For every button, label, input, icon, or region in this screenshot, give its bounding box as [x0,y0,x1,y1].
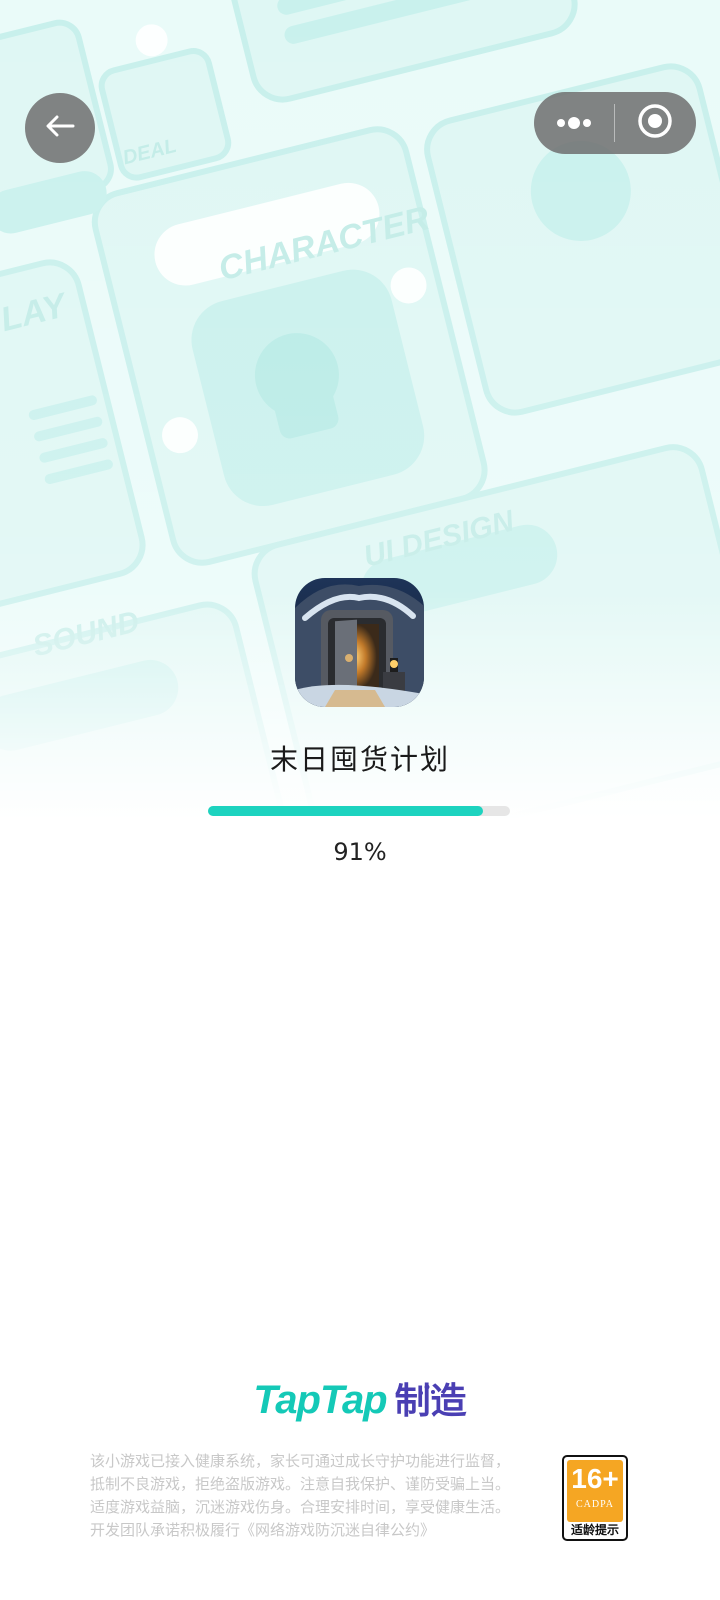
menu-capsule [534,92,696,154]
back-button[interactable] [25,93,95,163]
notice-line: 开发团队承诺积极履行《网络游戏防沉迷自律公约》 [90,1521,436,1539]
sparkle-icon [417,1367,437,1408]
progress-bar-fill [208,806,483,816]
loading-progress-bar [208,806,510,816]
target-close-icon [637,103,673,143]
age-rating-label: 适龄提示 [570,1523,619,1537]
notice-line: 该小游戏已接入健康系统，家长可通过成长守护功能进行监督， [90,1452,511,1470]
brand-make-text: 制造 [395,1381,467,1422]
progress-percentage: 91% [333,838,387,866]
more-button[interactable] [534,92,614,154]
taptap-brand-logo: TapTap 制造 [0,1372,720,1424]
close-button[interactable] [615,92,695,154]
age-rating-top: 16+ CADPA [567,1460,623,1522]
more-dots-icon [556,114,592,133]
brand-taptap-text: TapTap [253,1378,387,1422]
age-rating-org: CADPA [576,1499,614,1510]
game-title: 末日囤货计划 [269,743,450,776]
age-rating-number: 16+ [571,1463,619,1494]
notice-line: 适度游戏益脑，沉迷游戏伤身。合理安排时间，享受健康生活。 [90,1498,511,1516]
health-notice: 该小游戏已接入健康系统，家长可通过成长守护功能进行监督， 抵制不良游戏，拒绝盗版… [90,1450,545,1542]
arrow-left-icon [45,115,75,141]
age-rating-badge: 16+ CADPA 适龄提示 [562,1455,628,1541]
game-icon [295,578,424,707]
notice-line: 抵制不良游戏，拒绝盗版游戏。注意自我保护、谨防受骗上当。 [90,1475,511,1493]
